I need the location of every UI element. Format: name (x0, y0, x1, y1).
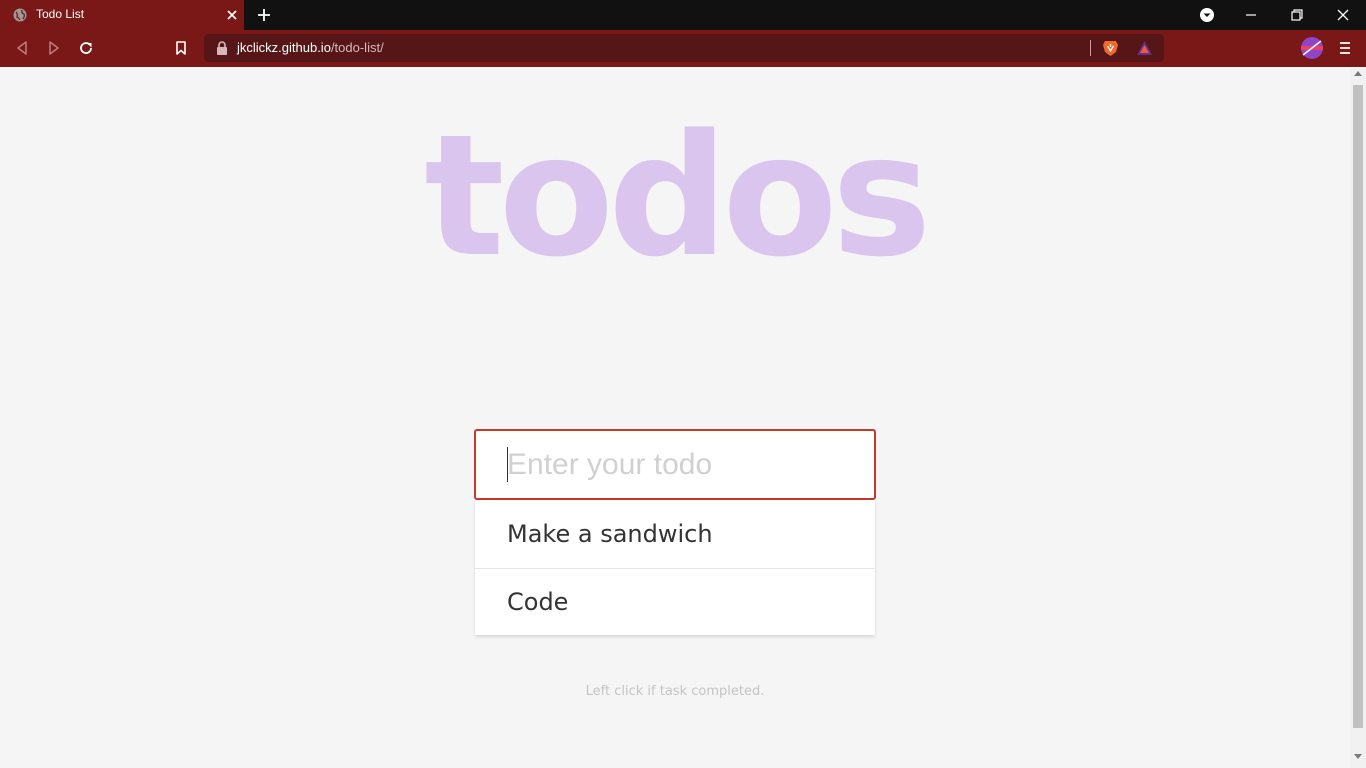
globe-icon (13, 8, 27, 22)
dropdown-icon (1200, 8, 1214, 22)
bookmark-icon[interactable] (172, 39, 190, 57)
tab-title: Todo List (36, 7, 85, 21)
reload-icon[interactable] (77, 39, 95, 57)
url-domain: jkclickz.github.io (237, 40, 331, 55)
page-title: todos (424, 98, 931, 294)
scroll-thumb[interactable] (1353, 85, 1363, 728)
minimize-button[interactable] (1228, 0, 1274, 30)
window-close-button[interactable] (1320, 0, 1366, 30)
scroll-down-arrow[interactable] (1354, 754, 1362, 759)
brave-rewards-icon[interactable] (1136, 40, 1153, 56)
minimize-icon (1246, 14, 1256, 16)
lock-icon[interactable] (216, 41, 228, 55)
active-tab[interactable]: Todo List (0, 0, 244, 30)
close-icon[interactable] (224, 7, 240, 23)
profile-icon[interactable] (1301, 37, 1323, 59)
todo-item[interactable]: Make a sandwich (475, 500, 875, 568)
url-text[interactable]: jkclickz.github.io/todo-list/ (237, 40, 384, 55)
tab-strip: Todo List (0, 0, 1366, 30)
url-path: /todo-list/ (330, 40, 384, 55)
menu-icon[interactable] (1336, 39, 1354, 57)
tab-search-button[interactable] (1184, 0, 1230, 30)
restore-button[interactable] (1274, 0, 1320, 30)
browser-toolbar: jkclickz.github.io/todo-list/ (0, 30, 1366, 67)
vertical-scrollbar[interactable] (1350, 67, 1366, 768)
back-icon[interactable] (13, 39, 31, 57)
address-bar-divider (1090, 40, 1091, 56)
close-icon (1337, 9, 1349, 21)
plus-icon[interactable] (256, 7, 272, 23)
forward-icon[interactable] (45, 39, 63, 57)
text-caret (507, 447, 508, 482)
brave-shield-icon[interactable] (1102, 39, 1119, 57)
restore-icon (1291, 9, 1303, 21)
scroll-up-arrow[interactable] (1354, 71, 1362, 76)
address-bar[interactable]: jkclickz.github.io/todo-list/ (204, 34, 1164, 62)
todo-item[interactable]: Code (475, 568, 875, 635)
hint-text: Left click if task completed. (585, 684, 765, 699)
todo-input[interactable] (474, 429, 876, 500)
todo-list: Make a sandwich Code (475, 500, 875, 635)
